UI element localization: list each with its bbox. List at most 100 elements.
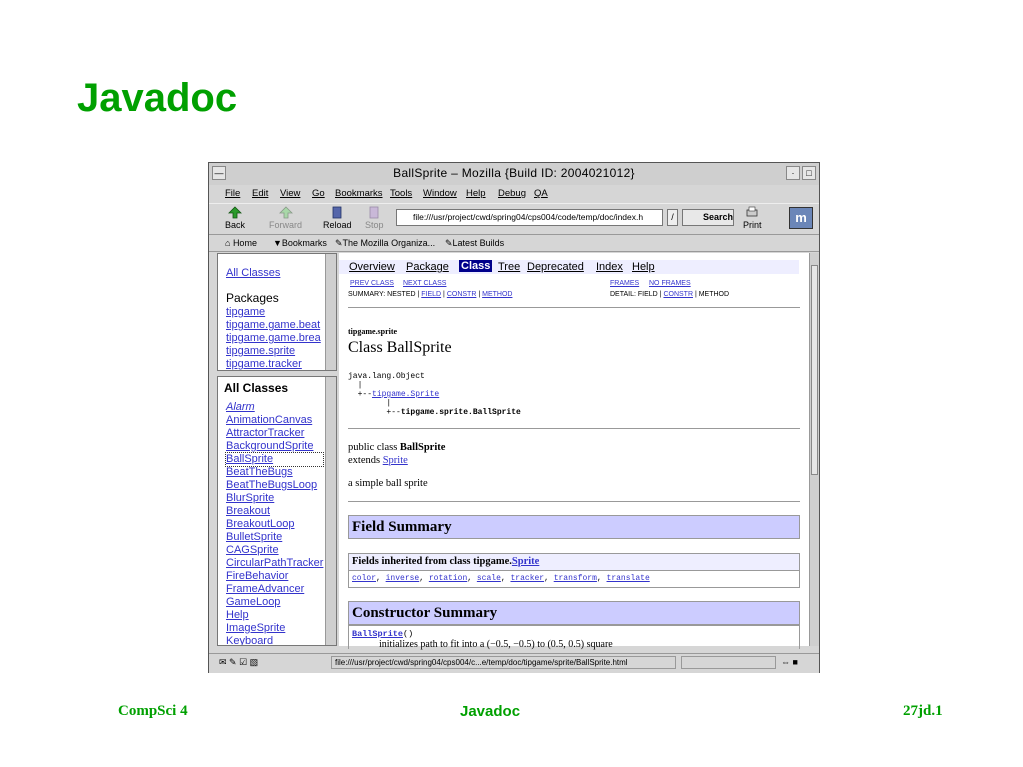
- summary-method-link[interactable]: METHOD: [482, 291, 512, 298]
- class-link[interactable]: AnimationCanvas: [226, 414, 323, 427]
- reload-label: Reload: [323, 220, 352, 230]
- field-link[interactable]: tracker: [510, 574, 544, 583]
- divider: [348, 501, 800, 502]
- nav-package[interactable]: Package: [406, 261, 449, 273]
- nav-tree[interactable]: Tree: [498, 261, 520, 273]
- menu-window[interactable]: Window: [423, 188, 457, 199]
- mozilla-org-link[interactable]: ✎The Mozilla Organiza...: [335, 238, 435, 249]
- class-link[interactable]: ImageSprite: [226, 622, 323, 635]
- reload-icon: [332, 206, 342, 219]
- classes-scrollbar[interactable]: [325, 377, 336, 645]
- field-link[interactable]: inverse: [386, 574, 420, 583]
- class-link[interactable]: BackgroundSprite: [226, 440, 323, 453]
- class-link[interactable]: BreakoutLoop: [226, 518, 323, 531]
- forward-button[interactable]: Forward: [269, 206, 302, 230]
- extends-word: extends: [348, 455, 383, 466]
- class-link[interactable]: Keyboard: [226, 635, 323, 645]
- minimize-button[interactable]: ·: [786, 166, 800, 180]
- url-go-icon[interactable]: /: [667, 209, 678, 226]
- content-scrollbar[interactable]: [809, 253, 819, 646]
- class-link[interactable]: AttractorTracker: [226, 427, 323, 440]
- bookmarks-link[interactable]: ▼Bookmarks: [273, 238, 327, 248]
- package-link[interactable]: tipgame: [226, 306, 321, 319]
- class-title: Class BallSprite: [348, 339, 452, 356]
- reload-button[interactable]: Reload: [323, 206, 352, 230]
- detail-constr-link[interactable]: CONSTR: [663, 291, 693, 298]
- class-link[interactable]: CircularPathTracker: [226, 557, 323, 570]
- class-link[interactable]: CAGSprite: [226, 544, 323, 557]
- menu-help[interactable]: Help: [466, 188, 486, 199]
- no-frames-link[interactable]: NO FRAMES: [649, 280, 691, 287]
- scrollbar-thumb[interactable]: [811, 265, 818, 475]
- package-link[interactable]: tipgame.game.brea: [226, 332, 321, 345]
- field-link[interactable]: rotation: [429, 574, 467, 583]
- constructor-link[interactable]: BallSprite: [352, 629, 403, 639]
- package-link[interactable]: tipgame.tracker: [226, 358, 321, 370]
- package-link[interactable]: tipgame.game.beat: [226, 319, 321, 332]
- menu-file[interactable]: File: [225, 188, 240, 199]
- class-link[interactable]: BulletSprite: [226, 531, 323, 544]
- summary-row: SUMMARY: NESTED | FIELD | CONSTR | METHO…: [348, 291, 513, 298]
- field-link[interactable]: color: [352, 574, 376, 583]
- url-field[interactable]: file:///usr/project/cwd/spring04/cps004/…: [396, 209, 663, 226]
- menu-qa[interactable]: QA: [534, 188, 548, 199]
- menu-tools[interactable]: Tools: [390, 188, 412, 199]
- class-link[interactable]: FrameAdvancer: [226, 583, 323, 596]
- nav-index[interactable]: Index: [596, 261, 623, 273]
- prev-class-link[interactable]: PREV CLASS: [350, 280, 394, 287]
- browser-window: — BallSprite – Mozilla {Build ID: 200402…: [208, 162, 820, 673]
- search-button[interactable]: Search: [682, 209, 734, 226]
- navigation-toolbar: Back Forward Reload Stop file:///usr/pro…: [209, 203, 819, 235]
- nav-overview[interactable]: Overview: [349, 261, 395, 273]
- class-declaration: public class BallSprite extends Sprite: [348, 441, 445, 467]
- class-link[interactable]: BeatTheBugs: [226, 466, 323, 479]
- field-link[interactable]: translate: [607, 574, 650, 583]
- menu-edit[interactable]: Edit: [252, 188, 268, 199]
- maximize-button[interactable]: □: [802, 166, 816, 180]
- back-button[interactable]: Back: [225, 206, 245, 230]
- package-list: tipgame tipgame.game.beat tipgame.game.b…: [226, 306, 321, 370]
- class-link[interactable]: FireBehavior: [226, 570, 323, 583]
- class-link[interactable]: Alarm: [226, 401, 323, 414]
- extends-sprite-link[interactable]: Sprite: [383, 455, 408, 466]
- constructor-summary-header: Constructor Summary: [348, 601, 800, 625]
- nav-help[interactable]: Help: [632, 261, 655, 273]
- summary-constr-link[interactable]: CONSTR: [447, 291, 477, 298]
- next-class-link[interactable]: NEXT CLASS: [403, 280, 446, 287]
- nav-deprecated[interactable]: Deprecated: [527, 261, 584, 273]
- class-link[interactable]: GameLoop: [226, 596, 323, 609]
- class-description: a simple ball sprite: [348, 478, 428, 489]
- frames-link[interactable]: FRAMES: [610, 280, 639, 287]
- status-bar: ✉ ✎ ☑ ▧ file:///usr/project/cwd/spring04…: [209, 653, 819, 673]
- menu-bookmarks[interactable]: Bookmarks: [335, 188, 383, 199]
- personal-toolbar: ⌂ Home ▼Bookmarks ✎The Mozilla Organiza.…: [209, 235, 819, 252]
- latest-builds-link[interactable]: ✎Latest Builds: [445, 238, 504, 249]
- summary-field-link[interactable]: FIELD: [421, 291, 441, 298]
- field-link[interactable]: transform: [554, 574, 597, 583]
- home-link[interactable]: ⌂ Home: [225, 238, 257, 248]
- inherited-sprite-link[interactable]: Sprite: [512, 556, 539, 567]
- packages-scrollbar[interactable]: [325, 254, 336, 370]
- hierarchy-sprite-link[interactable]: tipgame.Sprite: [372, 390, 439, 399]
- inherited-fields-table: Fields inherited from class tipgame.Spri…: [348, 553, 800, 588]
- summary-prefix: SUMMARY: NESTED |: [348, 291, 420, 298]
- menu-bar: File Edit View Go Bookmarks Tools Window…: [209, 185, 819, 202]
- decl-prefix: public class: [348, 442, 400, 453]
- menu-view[interactable]: View: [280, 188, 300, 199]
- menu-debug[interactable]: Debug: [498, 188, 526, 199]
- classes-heading: All Classes: [224, 381, 289, 395]
- stop-button[interactable]: Stop: [365, 206, 384, 230]
- class-link[interactable]: Breakout: [226, 505, 323, 518]
- all-classes-link[interactable]: All Classes: [226, 267, 280, 279]
- class-hierarchy: java.lang.Object | +--tipgame.Sprite | +…: [348, 372, 521, 417]
- package-link[interactable]: tipgame.sprite: [226, 345, 321, 358]
- field-link[interactable]: scale: [477, 574, 501, 583]
- print-button[interactable]: Print: [743, 206, 762, 230]
- class-link[interactable]: BlurSprite: [226, 492, 323, 505]
- menu-go[interactable]: Go: [312, 188, 325, 199]
- class-link[interactable]: BeatTheBugsLoop: [226, 479, 323, 492]
- decl-class: BallSprite: [399, 442, 446, 453]
- class-link[interactable]: BallSprite: [224, 452, 325, 467]
- footer-slide-number: 27jd.1: [903, 703, 943, 719]
- class-link[interactable]: Help: [226, 609, 323, 622]
